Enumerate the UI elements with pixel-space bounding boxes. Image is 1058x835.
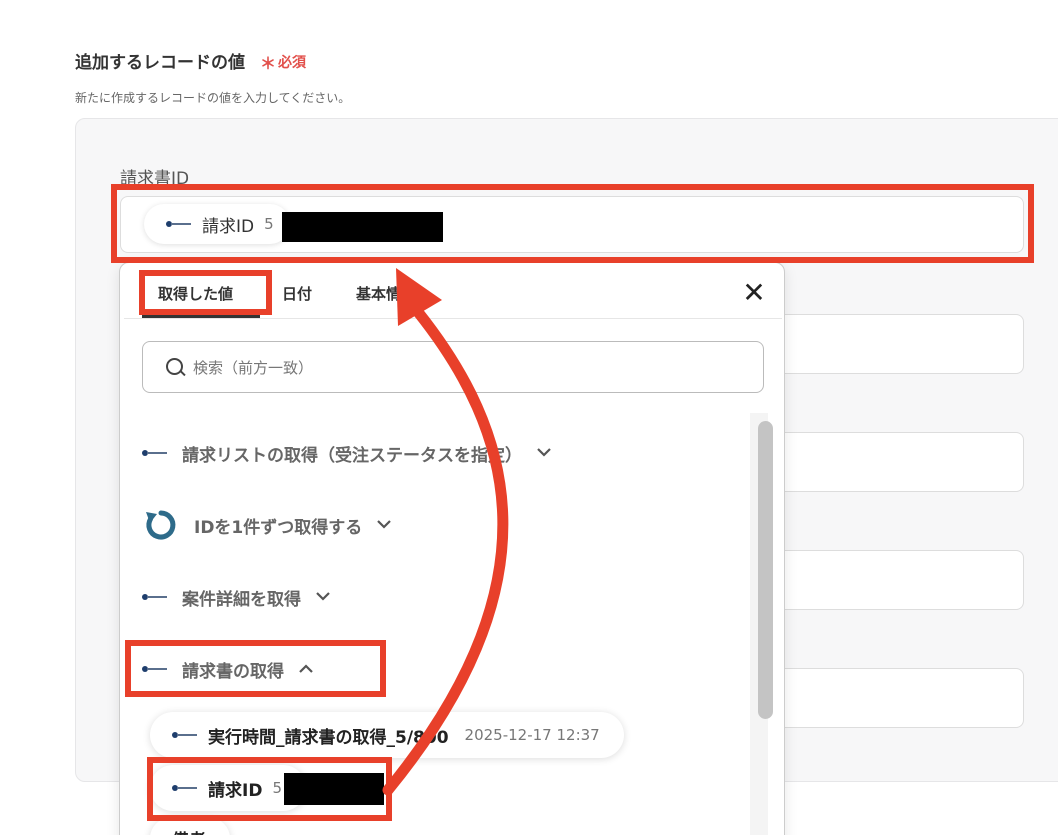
annotation-arrow-icon	[382, 268, 509, 796]
